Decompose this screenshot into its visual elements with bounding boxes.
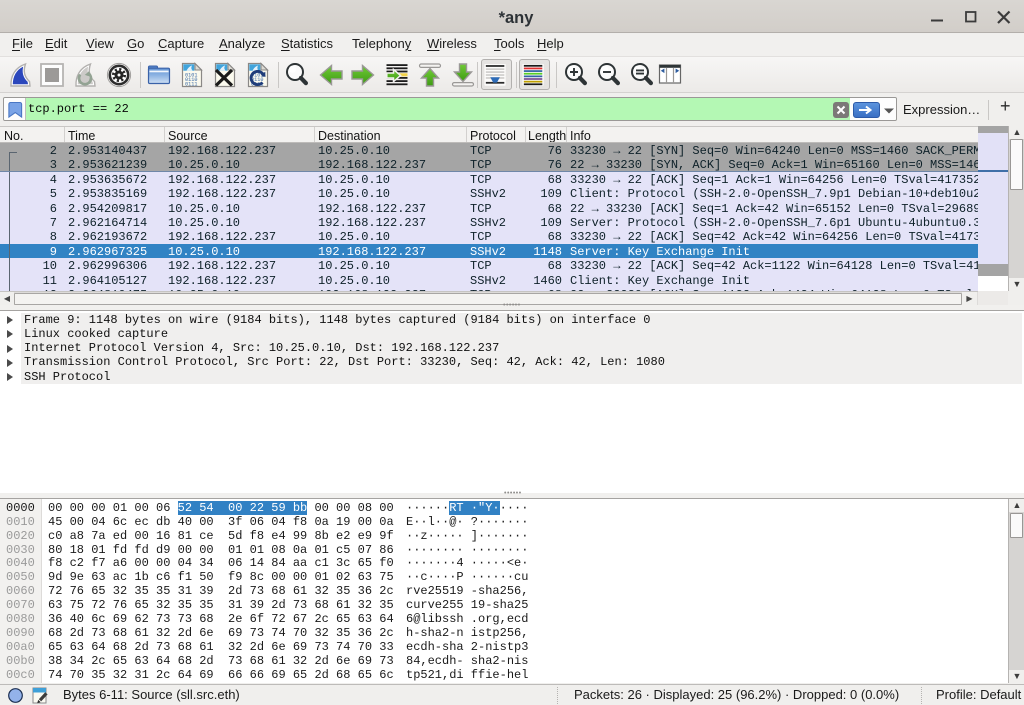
svg-text:0111: 0111 <box>185 81 197 87</box>
